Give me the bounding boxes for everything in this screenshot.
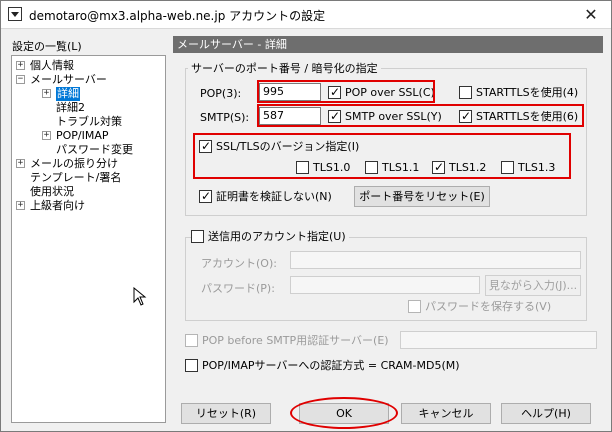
expand-icon[interactable]: +: [16, 159, 25, 168]
checkbox-icon: [408, 300, 421, 313]
password-label: パスワード(P):: [201, 282, 275, 295]
checkbox-checked-icon: [199, 189, 212, 203]
account-select: [290, 251, 581, 269]
expand-icon[interactable]: +: [42, 89, 51, 98]
highlight-pop: [257, 80, 435, 103]
sidebar-label: 設定の一覧(L): [12, 40, 82, 53]
ports-group-title: サーバーのポート番号 / 暗号化の指定: [188, 60, 381, 76]
settings-tree[interactable]: + 個人情報 − メールサーバー + 詳細 詳細2 トラブル対策 + POP/I…: [11, 55, 166, 423]
show-password-button: 見ながら入力(J)...: [485, 275, 581, 296]
tree-item-password-change[interactable]: パスワード変更: [56, 143, 133, 157]
account-settings-window: demotaro@mx3.alpha-web.ne.jp アカウントの設定 ✕ …: [0, 0, 612, 432]
expand-icon[interactable]: +: [16, 61, 25, 70]
pop-starttls-checkbox[interactable]: STARTTLSを使用(4): [459, 86, 578, 100]
password-input: [290, 276, 480, 294]
reset-button[interactable]: リセット(R): [181, 403, 271, 424]
checkbox-icon: [185, 334, 198, 347]
send-account-checkbox[interactable]: 送信用のアカウント指定(U): [191, 230, 349, 244]
close-button[interactable]: ✕: [581, 5, 601, 25]
pop-port-label: POP(3):: [200, 87, 242, 100]
help-button[interactable]: ヘルプ(H): [501, 403, 591, 424]
window-menu-icon[interactable]: [8, 7, 22, 21]
account-label: アカウント(O):: [201, 257, 277, 270]
checkbox-icon: [185, 359, 198, 372]
highlight-smtp: [257, 104, 584, 127]
tree-item-details2[interactable]: 詳細2: [56, 101, 85, 115]
checkbox-icon: [191, 230, 204, 243]
collapse-icon[interactable]: −: [16, 75, 25, 84]
smtp-port-label: SMTP(S):: [200, 111, 250, 124]
reset-port-button[interactable]: ポート番号をリセット(E): [354, 186, 490, 207]
highlight-ok: [290, 397, 398, 429]
tree-item-templates[interactable]: テンプレート/署名: [30, 171, 121, 185]
checkbox-icon: [459, 86, 472, 99]
mouse-cursor-icon: [133, 287, 147, 306]
tree-item-troubleshoot[interactable]: トラブル対策: [56, 115, 122, 129]
title-bar: demotaro@mx3.alpha-web.ne.jp アカウントの設定 ✕: [1, 1, 611, 29]
auth-method-checkbox[interactable]: POP/IMAPサーバーへの認証方式 = CRAM-MD5(M): [185, 359, 460, 373]
expand-icon[interactable]: +: [42, 131, 51, 140]
tree-item-usage[interactable]: 使用状況: [30, 185, 74, 199]
no-verify-cert-checkbox[interactable]: 証明書を検証しない(N): [199, 189, 332, 204]
save-password-checkbox: パスワードを保存する(V): [408, 300, 551, 314]
expand-icon[interactable]: +: [16, 201, 25, 210]
panel-header: メールサーバー - 詳細: [173, 36, 603, 53]
highlight-tls: [193, 133, 571, 179]
window-title: demotaro@mx3.alpha-web.ne.jp アカウントの設定: [29, 9, 326, 23]
pop-before-smtp-checkbox: POP before SMTP用認証サーバー(E): [185, 334, 389, 348]
pop-before-smtp-input: [400, 331, 597, 349]
cancel-button[interactable]: キャンセル: [401, 403, 491, 424]
